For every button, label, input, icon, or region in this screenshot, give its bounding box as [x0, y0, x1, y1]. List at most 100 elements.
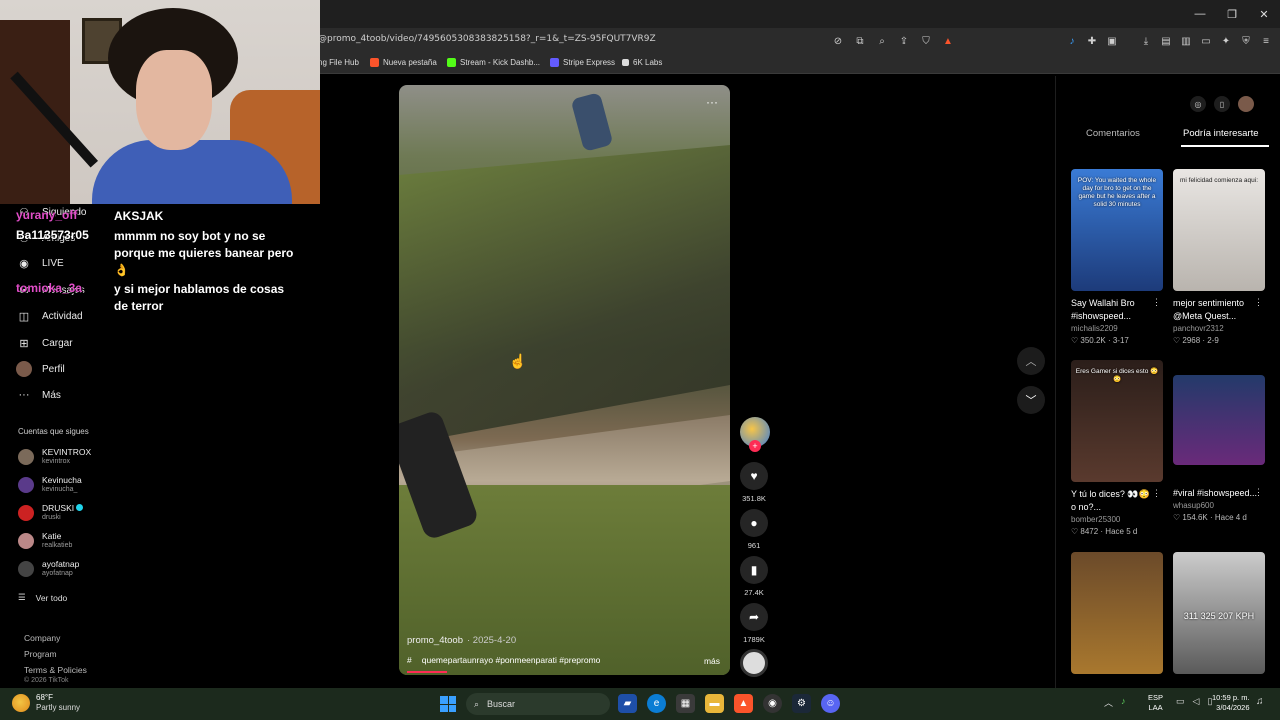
suggested-video-card[interactable]: mi felicidad comienza aqui: mejor sentim… — [1173, 169, 1265, 347]
download-icon[interactable]: ⤓ — [1138, 33, 1154, 49]
footer-link[interactable]: Program — [24, 646, 87, 662]
card-title[interactable]: mejor sentimiento @Meta Quest... — [1173, 297, 1259, 323]
suggested-video-card[interactable]: #viral #ishowspeed... ⋮ whasup600 ♡ 154.… — [1173, 375, 1265, 524]
chevron-up-icon[interactable]: ︿ — [1104, 696, 1113, 709]
store-icon[interactable]: ▦ — [676, 694, 695, 713]
video-thumbnail[interactable]: Eres Gamer si dices esto 😳😳 — [1071, 360, 1163, 482]
menu-icon[interactable]: ≡ — [1258, 33, 1274, 49]
leo-ai-icon[interactable]: ✦ — [1218, 33, 1234, 49]
notification-bell-icon[interactable]: ♫ — [1256, 696, 1264, 707]
video-thumbnail[interactable] — [1173, 375, 1265, 465]
following-item[interactable]: Kevinucha kevinucha_ — [18, 475, 82, 494]
nav-upload[interactable]: ⊞ Cargar — [16, 335, 72, 351]
hashtag[interactable]: #prepromo — [559, 655, 600, 665]
volume-icon[interactable]: ◁ — [1193, 696, 1200, 707]
brave-rewards-icon[interactable]: ▲ — [940, 33, 956, 49]
video-author[interactable]: promo_4toob · 2025-4-20 — [407, 635, 516, 646]
network-icon[interactable]: ▭ — [1176, 696, 1185, 707]
hashtag[interactable]: #ponmeenparati — [495, 655, 556, 665]
reader-icon[interactable]: ▥ — [1178, 33, 1194, 49]
tab-comments[interactable]: Comentarios — [1086, 128, 1140, 139]
card-menu-icon[interactable]: ⋮ — [1152, 488, 1161, 499]
video-thumbnail[interactable]: mi felicidad comienza aqui: — [1173, 169, 1265, 291]
minimize-icon[interactable]: — — [1184, 0, 1216, 28]
footer-link[interactable]: Company — [24, 630, 87, 646]
card-menu-icon[interactable]: ⋮ — [1254, 297, 1263, 308]
brave-taskbar-icon[interactable]: ▲ — [734, 694, 753, 713]
card-user[interactable]: bomber25300 — [1071, 514, 1163, 526]
vpn-icon[interactable]: ⛨ — [1238, 33, 1254, 49]
screenshot-icon[interactable]: ▣ — [1104, 33, 1120, 49]
card-user[interactable]: whasup600 — [1173, 500, 1265, 512]
bookmark-item[interactable]: Stream - Kick Dashb... — [447, 58, 540, 67]
suggested-video-card[interactable]: POV: You waited the whole day for bro to… — [1071, 169, 1163, 347]
music-disc-icon[interactable] — [740, 649, 768, 677]
card-user[interactable]: michalis2209 — [1071, 323, 1163, 335]
nav-profile[interactable]: Perfil — [16, 361, 65, 377]
comment-action[interactable]: ● 961 — [740, 509, 768, 550]
video-thumbnail[interactable] — [1071, 552, 1163, 674]
bookmark-item[interactable]: Stripe Express — [550, 58, 615, 67]
discord-icon[interactable]: ☺ — [821, 694, 840, 713]
taskbar-search[interactable]: ⌕ Buscar — [466, 693, 610, 715]
extensions-icon[interactable]: ✚ — [1084, 33, 1100, 49]
suggested-video-card[interactable]: Eres Gamer si dices esto 😳😳 Y tú lo dice… — [1071, 360, 1163, 538]
video-progress-bar[interactable] — [407, 671, 447, 673]
wallet-icon[interactable]: ▭ — [1198, 33, 1214, 49]
card-title[interactable]: #viral #ishowspeed... — [1173, 487, 1259, 500]
video-player[interactable]: ··· promo_4toob · 2025-4-20 # quemepartaun… — [399, 85, 730, 675]
bookmark-item[interactable]: 6K Labs — [622, 58, 662, 67]
follow-plus-icon[interactable]: + — [749, 440, 761, 452]
audio-icon[interactable]: ♪ — [1064, 33, 1080, 49]
card-title[interactable]: Y tú lo dices? 👀😳 o no?... — [1071, 488, 1157, 514]
close-icon[interactable]: ✕ — [1248, 0, 1280, 28]
obs-icon[interactable]: ◉ — [763, 694, 782, 713]
zoom-icon[interactable]: ⌕ — [874, 33, 890, 49]
suggested-video-card[interactable]: 311 325 207 KPH — [1173, 552, 1265, 674]
following-item[interactable]: Katie realkatieb — [18, 531, 72, 550]
url-field[interactable]: @promo_4toob/video/7495605308383825158?_… — [318, 34, 656, 44]
no-tracking-icon[interactable]: ⊘ — [830, 33, 846, 49]
hashtag[interactable]: quemepartaunrayo — [422, 655, 493, 665]
video-options-icon[interactable]: ··· — [706, 95, 718, 109]
footer-link[interactable]: Terms & Policies — [24, 662, 87, 678]
tab-suggestions[interactable]: Podría interesarte — [1183, 128, 1259, 139]
weather-widget[interactable]: 68°F Partly sunny — [12, 693, 80, 713]
share-action[interactable]: ➦ 1789K — [740, 603, 768, 644]
nav-live[interactable]: ◉ LIVE — [16, 255, 64, 271]
previous-video-button[interactable]: ︿ — [1017, 347, 1045, 375]
card-menu-icon[interactable]: ⋮ — [1254, 487, 1263, 498]
video-thumbnail[interactable]: 311 325 207 KPH — [1173, 552, 1265, 674]
bookmark-item[interactable]: ng File Hub — [318, 58, 359, 67]
next-video-button[interactable]: ﹀ — [1017, 386, 1045, 414]
share-icon[interactable]: ⇪ — [896, 33, 912, 49]
following-item[interactable]: DRUSKI druski — [18, 503, 84, 522]
share-arrow-icon[interactable]: ➦ — [740, 603, 768, 631]
see-all-button[interactable]: ☰ Ver todo — [18, 592, 67, 603]
bookmark-icon[interactable]: ▮ — [740, 556, 768, 584]
file-explorer-icon[interactable]: ▬ — [705, 694, 724, 713]
following-item[interactable]: KEVINTROX kevintrox — [18, 447, 91, 466]
bookmark-item[interactable]: Nueva pestaña — [370, 58, 437, 67]
card-menu-icon[interactable]: ⋮ — [1152, 297, 1161, 308]
video-thumbnail[interactable]: POV: You waited the whole day for bro to… — [1071, 169, 1163, 291]
steam-icon[interactable]: ⚙ — [792, 694, 811, 713]
language-indicator[interactable]: ESP LAA — [1148, 693, 1163, 713]
clock[interactable]: 10:59 p. m. 3/04/2026 — [1212, 693, 1250, 713]
nav-activity[interactable]: ◫ Actividad — [16, 308, 83, 324]
hashtag[interactable]: # — [407, 655, 412, 665]
heart-icon[interactable]: ♥ — [740, 462, 768, 490]
suggested-video-card[interactable] — [1071, 552, 1163, 674]
see-more-button[interactable]: más — [704, 656, 720, 666]
brave-shield-icon[interactable]: ⛉ — [918, 33, 934, 49]
edge-icon[interactable]: e — [647, 694, 666, 713]
save-action[interactable]: ▮ 27.4K — [740, 556, 768, 597]
maximize-icon[interactable]: ❐ — [1216, 0, 1248, 28]
open-external-icon[interactable]: ⧉ — [852, 33, 868, 49]
nav-more[interactable]: ··· Más — [16, 387, 61, 403]
app-icon[interactable]: ▰ — [618, 694, 637, 713]
device-icon[interactable]: ▯ — [1214, 96, 1230, 112]
card-title[interactable]: Say Wallahi Bro #ishowspeed... — [1071, 297, 1157, 323]
following-item[interactable]: ayofatnap ayofatnap — [18, 559, 79, 578]
compass-icon[interactable]: ◎ — [1190, 96, 1206, 112]
